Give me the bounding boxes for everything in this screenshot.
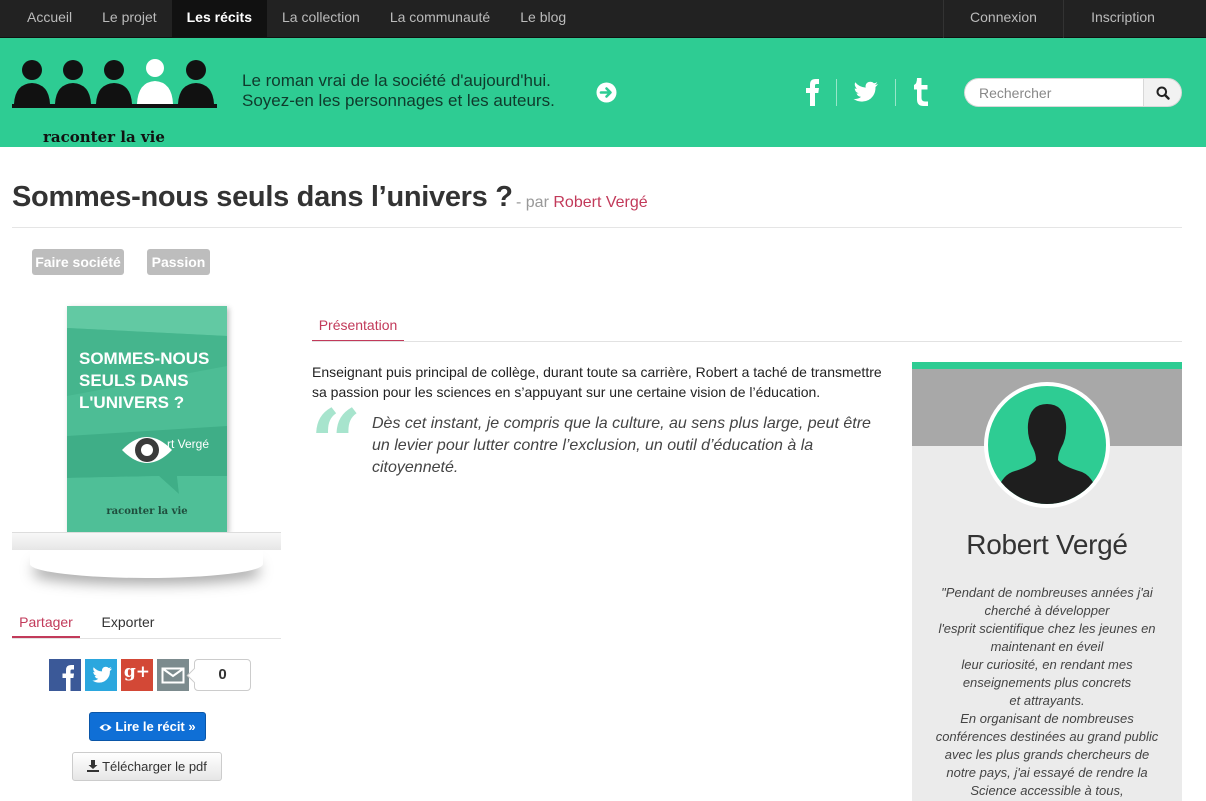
title-divider	[12, 227, 1182, 228]
read-story-button[interactable]: Lire le récit »	[89, 712, 206, 741]
book-brand: raconter la vie	[106, 506, 188, 517]
card-accent-bar	[912, 362, 1182, 369]
social-divider	[895, 79, 896, 106]
share-tabs-divider	[12, 638, 281, 639]
download-pdf-button[interactable]: Télécharger le pdf	[72, 752, 222, 781]
bio-line: En organisant de nombreuses	[960, 711, 1134, 726]
byline-prefix: - par	[516, 194, 549, 211]
user-silhouette-icon	[994, 404, 1100, 504]
bio-line: l'esprit scientifique chez les jeunes en	[938, 621, 1156, 636]
bio-line: maintenant en éveil	[990, 639, 1104, 654]
page-title: Sommes-nous seuls dans l’univers ?	[12, 181, 513, 213]
bio-line: Science accessible à tous,	[970, 783, 1124, 798]
search-input[interactable]	[964, 78, 1144, 107]
nav-la-collection[interactable]: La collection	[267, 0, 375, 38]
twitter-icon[interactable]	[85, 659, 117, 691]
logo-people-icon	[12, 59, 217, 108]
facebook-icon[interactable]	[49, 659, 81, 691]
nav-les-recits[interactable]: Les récits	[171, 0, 267, 38]
google-plus-icon[interactable]: g+	[121, 659, 153, 691]
tab-presentation[interactable]: Présentation	[312, 310, 404, 342]
book-author: rt Vergé	[167, 437, 210, 451]
author-bio: "Pendant de nombreuses années j'ai cherc…	[912, 584, 1182, 800]
nav-accueil[interactable]: Accueil	[12, 0, 87, 38]
read-story-label: Lire le récit »	[115, 719, 196, 734]
search-button[interactable]	[1143, 78, 1182, 107]
book-cover-art	[67, 306, 227, 532]
nav-le-blog[interactable]: Le blog	[505, 0, 581, 38]
quote-mark-icon: “	[310, 390, 362, 496]
account-menu: Connexion Inscription	[943, 0, 1182, 38]
bio-line: conférences destinées au grand public	[935, 729, 1159, 744]
logo-text: raconter la vie	[43, 128, 165, 146]
tagline-line: Soyez-en les personnages et les auteurs.	[242, 91, 555, 110]
bio-line: et attrayants.	[1009, 693, 1085, 708]
search-icon	[1156, 86, 1170, 100]
mail-icon[interactable]	[157, 659, 189, 691]
story-quote: Dès cet instant, je compris que la cultu…	[372, 415, 871, 476]
book-title-line: SOMMES-NOUS	[79, 349, 210, 368]
tagline-line: Le roman vrai de la société d'aujourd'hu…	[242, 71, 551, 90]
author-card: Robert Vergé "Pendant de nombreuses anné…	[912, 362, 1182, 801]
nav-la-communaute[interactable]: La communauté	[375, 0, 505, 38]
login-link[interactable]: Connexion	[943, 0, 1063, 38]
download-icon	[87, 760, 100, 772]
bio-line: cherché à développer	[984, 603, 1110, 618]
main-menu: Accueil Le projet Les récits La collecti…	[12, 0, 581, 38]
bio-line: leur curiosité, en rendant mes	[961, 657, 1133, 672]
book-title-line: L'UNIVERS ?	[79, 393, 185, 412]
twitter-icon[interactable]	[853, 78, 879, 106]
book-title: SOMMES-NOUS SEULS DANS L'UNIVERS ?	[79, 348, 209, 414]
search-form	[964, 78, 1182, 107]
shelf-shadow	[30, 550, 263, 578]
bio-line: notre pays, j'ai essayé de rendre la	[946, 765, 1148, 780]
eye-icon	[122, 437, 172, 463]
signup-link[interactable]: Inscription	[1063, 0, 1182, 38]
tag-faire-societe[interactable]: Faire société	[32, 249, 124, 275]
tagline: Le roman vrai de la société d'aujourd'hu…	[242, 71, 555, 111]
book-cover[interactable]: SOMMES-NOUS SEULS DANS L'UNIVERS ? rt Ve…	[67, 306, 227, 532]
arrow-right-circle-icon[interactable]	[596, 82, 617, 103]
author-name: Robert Vergé	[966, 529, 1128, 560]
social-divider	[836, 79, 837, 106]
top-navigation: Accueil Le projet Les récits La collecti…	[0, 0, 1206, 38]
avatar[interactable]	[984, 382, 1110, 508]
bio-line: avec les plus grands chercheurs de	[944, 747, 1150, 762]
nav-le-projet[interactable]: Le projet	[87, 0, 171, 38]
tumblr-icon[interactable]	[913, 78, 930, 106]
download-pdf-label: Télécharger le pdf	[102, 759, 207, 774]
author-link[interactable]: Robert Vergé	[553, 194, 647, 211]
tab-exporter[interactable]: Exporter	[89, 604, 167, 638]
byline: - par Robert Vergé	[516, 194, 648, 212]
header-banner: raconter la vie Le roman vrai de la soci…	[0, 38, 1206, 147]
bio-line: enseignements plus concrets	[962, 675, 1132, 690]
story-intro: Enseignant puis principal de collège, du…	[312, 364, 882, 400]
share-count: 0	[194, 659, 251, 691]
presentation-divider	[312, 341, 1182, 342]
bio-line: "Pendant de nombreuses années j'ai	[941, 585, 1153, 600]
book-shelf	[12, 532, 281, 550]
tab-partager[interactable]: Partager	[12, 604, 80, 638]
book-title-line: SEULS DANS	[79, 371, 189, 390]
eye-icon	[99, 724, 112, 731]
site-logo[interactable]: raconter la vie	[12, 56, 217, 146]
tag-passion[interactable]: Passion	[147, 249, 210, 275]
facebook-icon[interactable]	[804, 78, 822, 106]
google-plus-label: g+	[123, 662, 151, 682]
